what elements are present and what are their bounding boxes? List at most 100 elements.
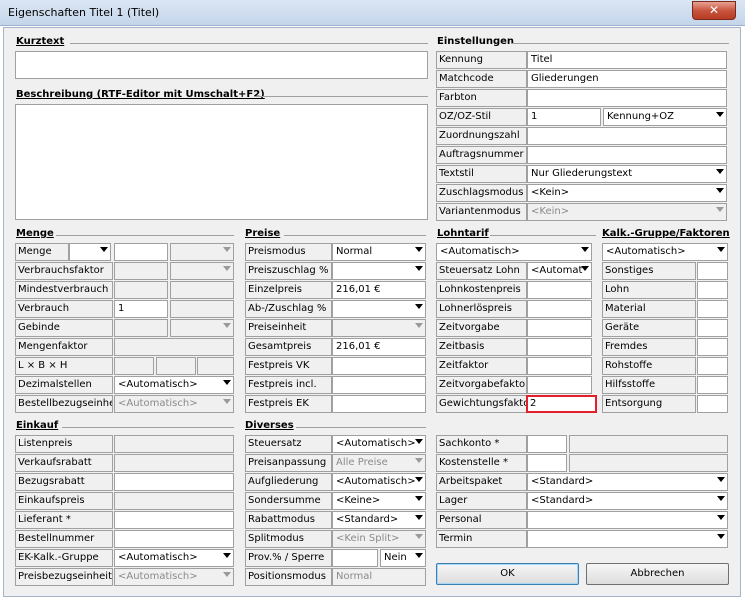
kurztext-input[interactable]	[15, 51, 428, 79]
diverses-select[interactable]: <Keine>	[332, 492, 426, 510]
preise-input[interactable]: Normal	[332, 243, 426, 261]
field-input[interactable]	[527, 146, 727, 164]
gewichtungsfaktor-input[interactable]: 2	[526, 395, 597, 413]
field-label: Menge	[15, 243, 69, 261]
einkauf-input[interactable]	[114, 435, 234, 453]
faktor-input[interactable]	[697, 338, 728, 356]
konten-select[interactable]: <Standard>	[527, 473, 728, 491]
konten-select[interactable]	[527, 511, 728, 529]
einkauf-input[interactable]	[114, 511, 234, 529]
diverses-select[interactable]: <Automatisch>	[332, 435, 426, 453]
chevron-down-icon	[716, 112, 724, 117]
field-input[interactable]	[114, 338, 234, 356]
einkauf-input[interactable]	[114, 492, 234, 510]
menge-unit-select[interactable]	[69, 243, 111, 261]
menge-unit[interactable]	[170, 281, 234, 299]
konten-select[interactable]: <Standard>	[527, 492, 728, 510]
field-input[interactable]: Titel	[527, 51, 727, 69]
lohntarif-input[interactable]	[527, 300, 592, 318]
einkauf-input[interactable]	[114, 473, 234, 491]
preise-input[interactable]: 216,01 €	[332, 338, 426, 356]
faktor-input[interactable]	[697, 281, 728, 299]
field-label: Dezimalstellen	[15, 376, 113, 394]
diverses-select[interactable]: <Automatisch>	[332, 473, 426, 491]
field-input[interactable]	[527, 127, 727, 145]
diverses-select[interactable]: <Standard>	[332, 511, 426, 529]
einstellungen-select[interactable]: <Kein>	[527, 203, 727, 221]
steuersatz-lohn-select[interactable]: <Automat	[527, 262, 592, 280]
lohntarif-input[interactable]	[527, 357, 592, 375]
konten-select[interactable]	[527, 530, 728, 548]
chevron-down-icon	[223, 380, 231, 385]
diverses-select[interactable]: Alle Preise	[332, 454, 426, 472]
menge-unit[interactable]	[170, 262, 234, 280]
faktor-input[interactable]	[697, 357, 728, 375]
lohntarif-input[interactable]	[527, 338, 592, 356]
einkauf-input[interactable]	[114, 454, 234, 472]
menge-input[interactable]	[114, 243, 168, 261]
einkauf-input[interactable]	[114, 530, 234, 548]
konto-description[interactable]	[569, 454, 728, 472]
chevron-down-icon	[223, 399, 231, 404]
field-input[interactable]: Gliederungen	[527, 70, 727, 88]
faktor-input[interactable]	[697, 262, 728, 280]
menge-unit[interactable]	[170, 319, 234, 337]
field-label: Mengenfaktor	[15, 338, 113, 356]
cancel-button[interactable]: Abbrechen	[586, 563, 729, 585]
lohntarif-select[interactable]: <Automatisch>	[436, 243, 592, 261]
sperre-select[interactable]: Nein	[380, 549, 426, 567]
preise-input[interactable]	[332, 395, 426, 413]
faktor-input[interactable]	[697, 376, 728, 394]
field-label: Lieferant *	[15, 511, 113, 529]
preise-input[interactable]	[332, 300, 426, 318]
field-label: Preiszuschlag %	[245, 262, 332, 280]
close-button[interactable]: ✕	[692, 1, 736, 20]
einkauf-input[interactable]: <Automatisch>	[114, 568, 234, 586]
ok-button[interactable]: OK	[436, 563, 579, 585]
field-input[interactable]	[114, 262, 168, 280]
konto-description[interactable]	[569, 435, 728, 453]
lohntarif-input[interactable]	[527, 281, 592, 299]
oz-style-select[interactable]: Kennung+OZ	[603, 108, 727, 126]
length-input[interactable]	[114, 357, 154, 375]
field-label: Gebinde	[15, 319, 113, 337]
field-label: Listenpreis	[15, 435, 113, 453]
kalk-heading: Kalk.-Gruppe/Faktoren	[602, 228, 730, 239]
menge-heading: Menge	[16, 228, 54, 239]
menge-select[interactable]	[170, 243, 234, 261]
field-label: Geräte	[602, 319, 696, 337]
field-input[interactable]	[114, 319, 168, 337]
field-label: Aufgliederung	[245, 473, 332, 491]
menge-select[interactable]: <Automatisch>	[114, 376, 234, 394]
faktor-input[interactable]	[697, 395, 728, 413]
height-input[interactable]	[197, 357, 234, 375]
einstellungen-select[interactable]: <Kein>	[527, 184, 727, 202]
einkauf-input[interactable]: <Automatisch>	[114, 549, 234, 567]
title-bar: Eigenschaften Titel 1 (Titel) ✕	[0, 0, 745, 26]
kalk-group-select[interactable]: <Automatisch>	[602, 243, 728, 261]
provision-input[interactable]	[332, 549, 378, 567]
field-label: L × B × H	[15, 357, 113, 375]
field-input[interactable]: 1	[114, 300, 168, 318]
konto-input[interactable]	[527, 454, 567, 472]
menge-unit[interactable]	[170, 300, 234, 318]
beschreibung-editor[interactable]	[15, 104, 428, 220]
diverses-select[interactable]: <Kein Split>	[332, 530, 426, 548]
faktor-input[interactable]	[697, 319, 728, 337]
lohntarif-input[interactable]	[527, 319, 592, 337]
menge-select[interactable]: <Automatisch>	[114, 395, 234, 413]
oz-input[interactable]: 1	[527, 108, 601, 126]
lohntarif-input[interactable]	[527, 376, 592, 394]
preise-input[interactable]	[332, 376, 426, 394]
field-input[interactable]	[527, 89, 727, 107]
einstellungen-select[interactable]: Nur Gliederungstext	[527, 165, 727, 183]
faktor-input[interactable]	[697, 300, 728, 318]
preise-input[interactable]: 216,01 €	[332, 281, 426, 299]
diverses-select[interactable]: Normal	[332, 568, 426, 586]
preise-input[interactable]	[332, 319, 426, 337]
konto-input[interactable]	[527, 435, 567, 453]
field-input[interactable]	[114, 281, 168, 299]
width-input[interactable]	[156, 357, 196, 375]
preise-input[interactable]	[332, 357, 426, 375]
preise-input[interactable]	[332, 262, 426, 280]
